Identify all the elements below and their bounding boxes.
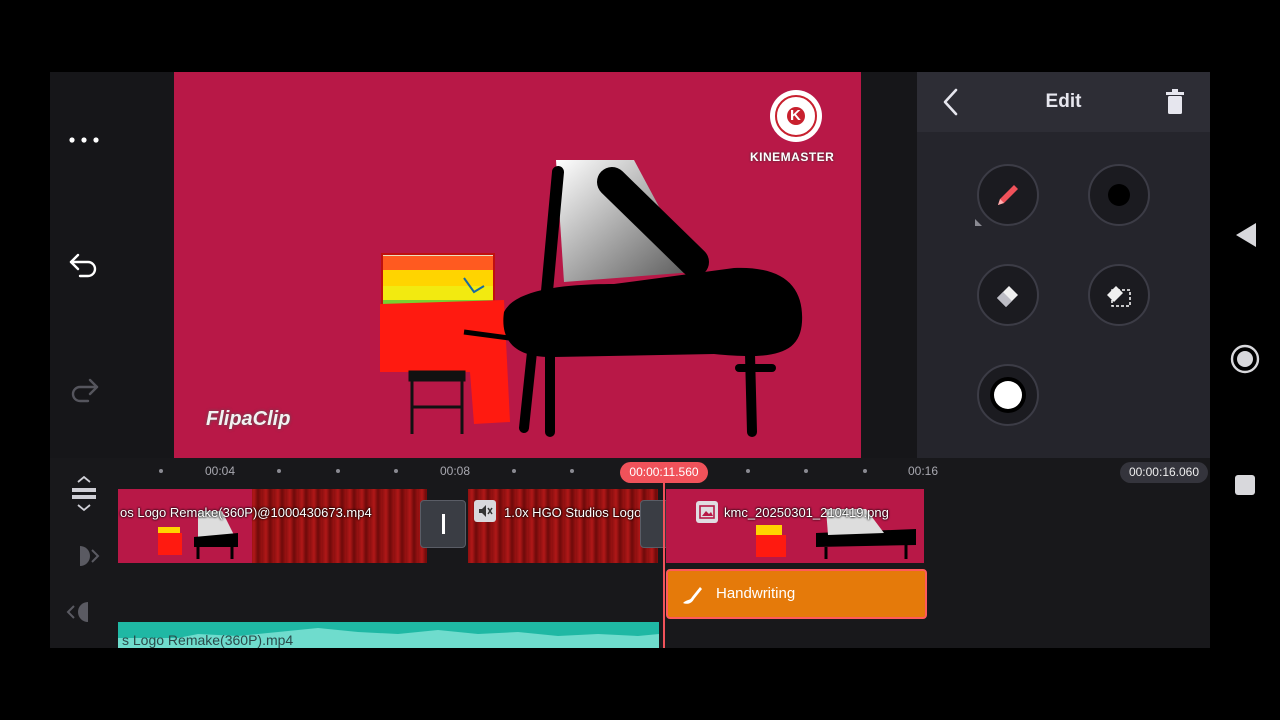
clip-thumbnail-art xyxy=(158,511,238,559)
brush-size-button[interactable] xyxy=(1088,164,1150,226)
pen-tool-button[interactable] xyxy=(977,164,1039,226)
expand-layers-icon xyxy=(72,475,96,512)
handwriting-icon xyxy=(683,587,702,604)
image-icon xyxy=(699,505,715,519)
kinemaster-logo-letter: K xyxy=(790,107,801,124)
eraser-tool-button[interactable] xyxy=(977,264,1039,326)
trash-icon xyxy=(1166,89,1184,114)
area-eraser-icon xyxy=(1107,286,1131,307)
tick-label: 00:04 xyxy=(205,464,236,478)
timeline[interactable]: 00:04 00:08 00:16 00:00:11.560 00:00:16.… xyxy=(50,458,1210,648)
image-clip[interactable]: kmc_20250301_210419.png xyxy=(666,489,924,563)
redo-button[interactable] xyxy=(50,366,118,414)
handwriting-label: Handwriting xyxy=(716,585,796,602)
undo-button[interactable] xyxy=(50,241,118,289)
undo-icon xyxy=(69,253,97,278)
tick-label: 00:16 xyxy=(908,464,939,478)
square-recents-icon xyxy=(1235,475,1255,495)
pen-icon xyxy=(998,185,1018,205)
more-button[interactable] xyxy=(50,116,118,164)
handwriting-layer[interactable]: Handwriting xyxy=(666,569,927,619)
brush-size-icon xyxy=(1108,184,1130,206)
area-eraser-button[interactable] xyxy=(1088,264,1150,326)
layer-track-toggle[interactable] xyxy=(64,596,96,628)
eraser-icon xyxy=(997,286,1018,307)
color-picker-button[interactable] xyxy=(977,364,1039,426)
video-clip[interactable]: os Logo Remake(360P)@1000430673.mp4 xyxy=(118,489,427,563)
playhead-line[interactable] xyxy=(663,483,665,648)
edit-header: Edit xyxy=(917,72,1210,132)
audio-clip[interactable]: s Logo Remake(360P).mp4 xyxy=(118,622,659,648)
clip-label: kmc_20250301_210419.png xyxy=(724,505,889,520)
clip-label: os Logo Remake(360P)@1000430673.mp4 xyxy=(120,505,372,520)
kinemaster-editor: K KINEMASTER FlipaClip Edit 00:04 00:08 … xyxy=(50,72,1210,648)
total-duration: 00:00:16.060 xyxy=(1120,462,1208,483)
preview-frame xyxy=(380,90,822,437)
image-badge xyxy=(696,501,718,523)
muted-badge xyxy=(474,500,496,522)
more-dots-icon xyxy=(69,137,99,143)
audio-label: s Logo Remake(360P).mp4 xyxy=(122,632,294,648)
transition-bar-icon xyxy=(441,514,445,534)
home-circle-icon xyxy=(1230,344,1260,374)
flipaclip-watermark: FlipaClip xyxy=(206,408,291,430)
video-clip[interactable]: 1.0x HGO Studios Logo xyxy=(468,489,658,563)
nav-back-button[interactable] xyxy=(1232,220,1260,250)
layer-expand-button[interactable] xyxy=(68,475,100,514)
piano xyxy=(463,160,803,437)
color-icon xyxy=(990,377,1026,413)
kinemaster-watermark: KINEMASTER xyxy=(750,150,835,164)
delete-button[interactable] xyxy=(1157,86,1193,118)
corner-indicator-icon xyxy=(975,219,982,226)
transition-button[interactable] xyxy=(420,500,466,548)
nav-recents-button[interactable] xyxy=(1234,474,1256,496)
stool xyxy=(408,370,466,434)
redo-icon xyxy=(71,378,99,403)
playhead-time[interactable]: 00:00:11.560 xyxy=(620,462,708,483)
video-track-toggle[interactable] xyxy=(72,540,104,572)
video-preview[interactable]: K KINEMASTER FlipaClip xyxy=(174,72,861,458)
clip-label: 1.0x HGO Studios Logo xyxy=(504,505,642,520)
tick-label: 00:08 xyxy=(440,464,471,478)
layer-volume-icon xyxy=(66,602,88,622)
system-nav-bar xyxy=(1210,0,1280,720)
preview-spacer xyxy=(861,72,917,458)
left-toolbar xyxy=(50,72,174,458)
nav-home-button[interactable] xyxy=(1229,343,1261,375)
clip-thumbnail xyxy=(118,489,252,563)
handwriting-edit-panel: Edit xyxy=(917,72,1210,458)
red-cloth xyxy=(380,300,510,424)
track-volume-icon xyxy=(80,546,100,566)
triangle-back-icon xyxy=(1236,223,1256,247)
mute-icon xyxy=(479,505,493,517)
